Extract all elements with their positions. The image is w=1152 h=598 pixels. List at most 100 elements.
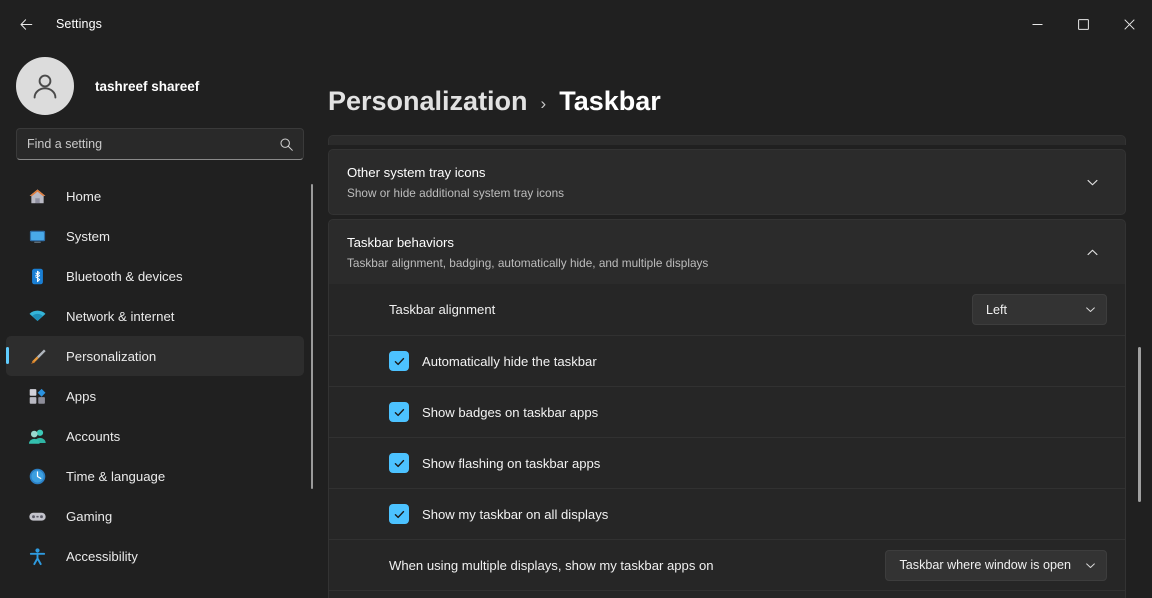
back-button[interactable] <box>10 8 42 40</box>
dropdown-value: Left <box>986 302 1008 317</box>
checkmark-icon <box>394 408 404 416</box>
title-bar: Settings <box>0 0 1152 48</box>
chevron-down-icon <box>1085 560 1096 571</box>
window-controls <box>1014 0 1152 48</box>
clock-icon <box>26 465 48 487</box>
chevron-down-icon <box>1085 304 1096 315</box>
bluetooth-icon <box>26 265 48 287</box>
user-name: tashreef shareef <box>95 78 200 94</box>
main-content: Personalization › Taskbar Other system t… <box>320 48 1152 598</box>
paintbrush-icon <box>26 345 48 367</box>
system-monitor-icon <box>26 225 48 247</box>
accessibility-icon <box>26 545 48 567</box>
row-share-any-window-from-my-taskbar[interactable]: Share any window from my taskbar <box>329 590 1125 598</box>
breadcrumb-separator: › <box>540 93 547 113</box>
checkbox-label: Show flashing on taskbar apps <box>422 455 601 471</box>
checkmark-icon <box>394 510 404 518</box>
search-icon[interactable] <box>279 137 294 157</box>
avatar <box>16 57 74 115</box>
gamepad-icon <box>26 505 48 527</box>
checkmark-icon <box>394 459 404 467</box>
person-avatar-icon <box>33 74 57 99</box>
sidebar-item-label: Home <box>66 188 102 204</box>
main-scrollbar-thumb[interactable] <box>1137 347 1141 502</box>
card-title: Other system tray icons <box>347 164 486 180</box>
back-arrow-icon <box>20 18 32 30</box>
card-other-system-tray-icons: Other system tray icons Show or hide add… <box>328 149 1126 215</box>
checkbox-label: Show badges on taskbar apps <box>422 404 599 420</box>
app-title: Settings <box>56 17 102 31</box>
checkmark-icon <box>394 357 404 365</box>
sidebar-item-label: Accessibility <box>66 548 138 564</box>
row-show-flashing-on-taskbar-apps[interactable]: Show flashing on taskbar apps <box>329 437 1125 488</box>
main-scrollbar[interactable] <box>1134 135 1144 598</box>
card-taskbar-behaviors: Taskbar behaviors Taskbar alignment, bad… <box>328 219 1126 598</box>
card-header-taskbar-behaviors[interactable]: Taskbar behaviors Taskbar alignment, bad… <box>329 220 1125 284</box>
sidebar-item-accessibility[interactable]: Accessibility <box>6 536 304 576</box>
sidebar-nav: Home System Bluetooth & devices Network … <box>0 176 320 598</box>
close-icon <box>1123 18 1135 30</box>
taskbar-alignment-dropdown[interactable]: Left <box>972 294 1107 325</box>
apps-icon <box>26 385 48 407</box>
row-label: Taskbar alignment <box>389 302 496 317</box>
page-title: Taskbar <box>559 86 661 116</box>
row-show-badges-on-taskbar-apps[interactable]: Show badges on taskbar apps <box>329 386 1125 437</box>
sidebar-item-network-internet[interactable]: Network & internet <box>6 296 304 336</box>
sidebar-item-bluetooth-devices[interactable]: Bluetooth & devices <box>6 256 304 296</box>
sidebar-item-time-language[interactable]: Time & language <box>6 456 304 496</box>
multiple-displays-dropdown[interactable]: Taskbar where window is open <box>885 549 1107 581</box>
row-label: When using multiple displays, show my ta… <box>389 557 714 573</box>
user-profile[interactable]: tashreef shareef <box>0 48 320 116</box>
sidebar-item-apps[interactable]: Apps <box>6 376 304 416</box>
sidebar-item-label: Bluetooth & devices <box>66 268 183 284</box>
search-box[interactable] <box>16 128 304 160</box>
sidebar-item-home[interactable]: Home <box>6 176 304 216</box>
sidebar-scrollbar[interactable] <box>308 184 316 497</box>
sidebar-item-personalization[interactable]: Personalization <box>6 336 304 376</box>
sidebar-scrollbar-thumb[interactable] <box>311 184 313 489</box>
search-input[interactable] <box>17 137 303 151</box>
previous-card-sliver <box>328 135 1126 145</box>
sidebar-item-system[interactable]: System <box>6 216 304 256</box>
maximize-icon <box>1077 18 1089 30</box>
sidebar-item-label: Network & internet <box>66 308 175 324</box>
sidebar-item-label: Gaming <box>66 508 113 524</box>
sidebar-item-label: Time & language <box>66 468 166 484</box>
accounts-icon <box>26 425 48 447</box>
chevron-down-icon[interactable] <box>1077 167 1107 197</box>
sidebar-item-gaming[interactable]: Gaming <box>6 496 304 536</box>
sidebar: tashreef shareef Find a setting Home Sys… <box>0 48 320 598</box>
wifi-icon <box>26 305 48 327</box>
close-button[interactable] <box>1106 0 1152 48</box>
dropdown-value: Taskbar where window is open <box>899 558 1071 572</box>
sidebar-item-label: Personalization <box>66 348 157 364</box>
breadcrumb: Personalization › Taskbar <box>320 48 1152 135</box>
checkbox-show-my-taskbar-on-all-displays[interactable] <box>389 504 409 524</box>
window-body: tashreef shareef Find a setting Home Sys… <box>0 48 1152 598</box>
breadcrumb-parent[interactable]: Personalization <box>328 86 528 117</box>
chevron-up-icon[interactable] <box>1077 237 1107 267</box>
maximize-button[interactable] <box>1060 0 1106 48</box>
sidebar-item-label: Accounts <box>66 428 121 444</box>
sidebar-item-label: System <box>66 228 110 244</box>
card-title: Taskbar behaviors <box>347 234 455 250</box>
checkbox-automatically-hide-taskbar[interactable] <box>389 351 409 371</box>
home-icon <box>26 185 48 207</box>
card-header-tray-icons[interactable]: Other system tray icons Show or hide add… <box>329 150 1125 214</box>
card-subtitle: Taskbar alignment, badging, automaticall… <box>347 255 709 270</box>
checkbox-show-flashing-on-taskbar-apps[interactable] <box>389 453 409 473</box>
settings-scroll-area: Other system tray icons Show or hide add… <box>320 135 1152 598</box>
row-automatically-hide-taskbar[interactable]: Automatically hide the taskbar <box>329 335 1125 386</box>
card-subtitle: Show or hide additional system tray icon… <box>347 185 565 200</box>
minimize-button[interactable] <box>1014 0 1060 48</box>
row-show-my-taskbar-on-all-displays[interactable]: Show my taskbar on all displays <box>329 488 1125 539</box>
checkbox-show-badges-on-taskbar-apps[interactable] <box>389 402 409 422</box>
row-taskbar-alignment: Taskbar alignment Left <box>329 284 1125 335</box>
settings-window: Settings tashreef shareef Find a setting… <box>0 0 1152 598</box>
taskbar-behaviors-content: Taskbar alignment Left Automatically hid… <box>329 284 1125 598</box>
minimize-icon <box>1032 23 1042 25</box>
sidebar-item-accounts[interactable]: Accounts <box>6 416 304 456</box>
checkbox-label: Show my taskbar on all displays <box>422 506 609 522</box>
checkbox-label: Automatically hide the taskbar <box>422 353 597 369</box>
row-multiple-displays-taskbar-apps: When using multiple displays, show my ta… <box>329 539 1125 590</box>
